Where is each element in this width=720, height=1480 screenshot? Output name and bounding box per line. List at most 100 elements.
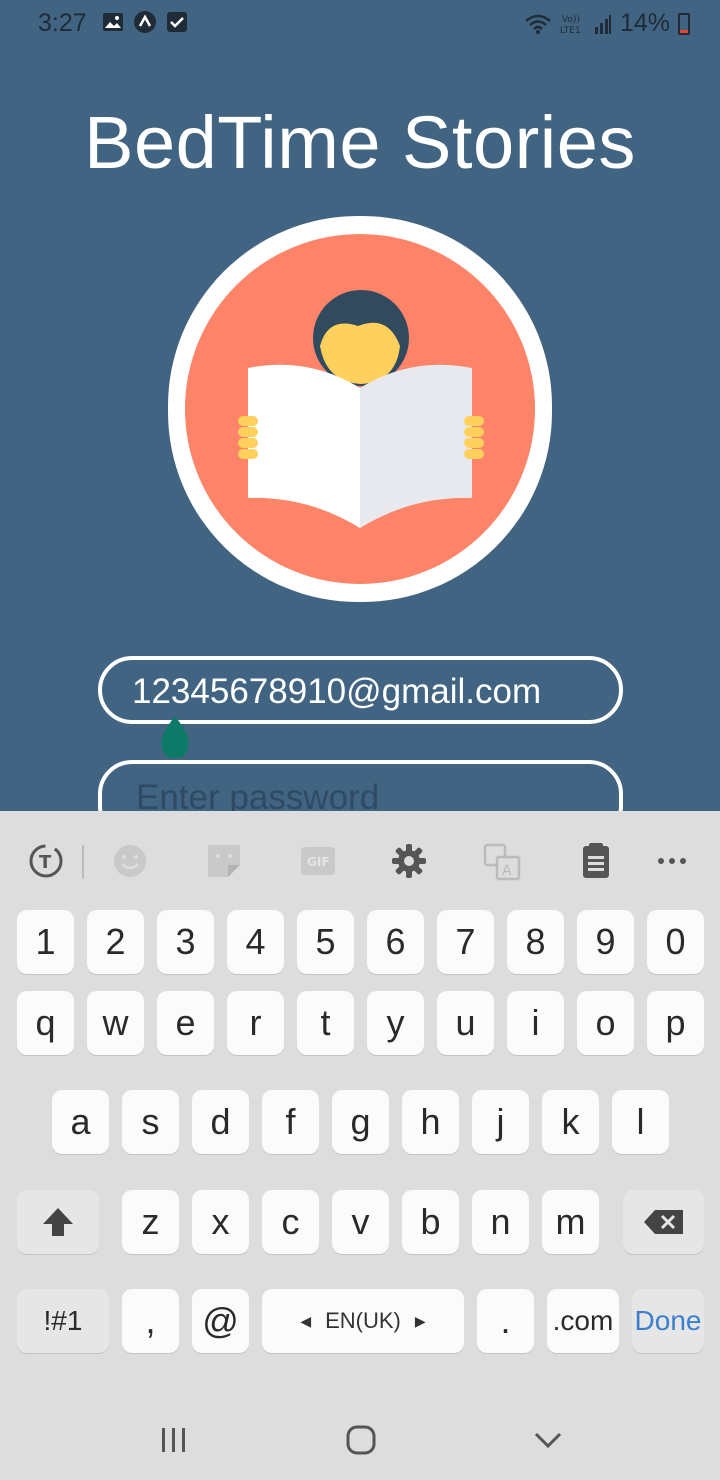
key-label: w [102, 1002, 129, 1043]
key-label: u [455, 1002, 476, 1043]
recents-icon[interactable] [154, 1420, 194, 1460]
status-bar: 3:27 Vo)) LTE1 14% [0, 0, 720, 46]
key-q[interactable]: q [17, 991, 74, 1055]
at-key[interactable]: @ [192, 1289, 249, 1353]
key-8[interactable]: 8 [507, 910, 564, 974]
key-p[interactable]: p [647, 991, 704, 1055]
key-label: z [141, 1201, 160, 1242]
key-b[interactable]: b [402, 1190, 459, 1254]
key-label: y [386, 1002, 405, 1043]
key-label: x [211, 1201, 230, 1242]
key-label: g [350, 1101, 371, 1142]
key-y[interactable]: y [367, 991, 424, 1055]
key-label: a [70, 1101, 91, 1142]
key-c[interactable]: c [262, 1190, 319, 1254]
key-k[interactable]: k [542, 1090, 599, 1154]
key-label: r [249, 1002, 262, 1043]
key-1[interactable]: 1 [17, 910, 74, 974]
key-o[interactable]: o [577, 991, 634, 1055]
settings-icon[interactable] [389, 841, 429, 881]
key-s[interactable]: s [122, 1090, 179, 1154]
dotcom-key-label: .com [552, 1305, 614, 1336]
image-icon [103, 13, 123, 31]
key-n[interactable]: n [472, 1190, 529, 1254]
back-icon[interactable] [528, 1420, 568, 1460]
key-3[interactable]: 3 [157, 910, 214, 974]
text-mode-icon[interactable]: T [26, 841, 66, 881]
comma-key[interactable]: , [122, 1289, 179, 1353]
clipboard-icon[interactable] [576, 841, 616, 881]
key-u[interactable]: u [437, 991, 494, 1055]
space-key[interactable]: ◀ EN(UK) ▶ [262, 1289, 464, 1353]
key-g[interactable]: g [332, 1090, 389, 1154]
key-label: 4 [245, 921, 266, 962]
svg-text:LTE1: LTE1 [560, 26, 581, 36]
key-7[interactable]: 7 [437, 910, 494, 974]
key-label: 2 [105, 921, 126, 962]
backspace-key[interactable] [623, 1190, 704, 1254]
key-2[interactable]: 2 [87, 910, 144, 974]
key-label: b [420, 1201, 441, 1242]
key-5[interactable]: 5 [297, 910, 354, 974]
key-label: 5 [315, 921, 336, 962]
key-label: 1 [35, 921, 56, 962]
shift-arrow-icon [43, 1208, 73, 1236]
at-key-label: @ [202, 1300, 239, 1341]
key-label: p [665, 1002, 686, 1043]
more-icon[interactable] [652, 841, 692, 881]
dotcom-key[interactable]: .com [547, 1289, 619, 1353]
done-key[interactable]: Done [632, 1289, 704, 1353]
key-label: v [351, 1201, 370, 1242]
done-key-label: Done [634, 1305, 702, 1336]
key-label: q [35, 1002, 56, 1043]
key-label: 6 [385, 921, 406, 962]
key-f[interactable]: f [262, 1090, 319, 1154]
key-x[interactable]: x [192, 1190, 249, 1254]
key-label: 3 [175, 921, 196, 962]
key-i[interactable]: i [507, 991, 564, 1055]
period-key[interactable]: . [477, 1289, 534, 1353]
space-key-label: EN(UK) [325, 1308, 401, 1333]
key-l[interactable]: l [612, 1090, 669, 1154]
key-4[interactable]: 4 [227, 910, 284, 974]
key-r[interactable]: r [227, 991, 284, 1055]
key-label: j [496, 1101, 505, 1142]
svg-text:A: A [502, 863, 512, 879]
email-field[interactable]: 12345678910@gmail.com [98, 656, 623, 724]
key-label: s [141, 1101, 160, 1142]
on-screen-keyboard: T GIF A !#1 , @ ◀ EN(UK) ▶ . .com Done 1… [0, 811, 720, 1480]
key-a[interactable]: a [52, 1090, 109, 1154]
key-t[interactable]: t [297, 991, 354, 1055]
key-d[interactable]: d [192, 1090, 249, 1154]
key-h[interactable]: h [402, 1090, 459, 1154]
backspace-icon [643, 1210, 683, 1234]
key-9[interactable]: 9 [577, 910, 634, 974]
emoji-icon[interactable] [110, 841, 150, 881]
keyboard-toolbar: T GIF A [0, 811, 720, 909]
svg-text:GIF: GIF [307, 855, 330, 869]
navigation-bar [0, 1398, 720, 1480]
sticker-icon[interactable] [204, 841, 244, 881]
key-label: l [636, 1101, 645, 1142]
key-label: 8 [525, 921, 546, 962]
key-label: n [490, 1201, 511, 1242]
status-time: 3:27 [38, 9, 87, 37]
key-label: d [210, 1101, 231, 1142]
signal-icon [594, 14, 611, 34]
home-icon[interactable] [341, 1420, 381, 1460]
key-z[interactable]: z [122, 1190, 179, 1254]
key-6[interactable]: 6 [367, 910, 424, 974]
gif-icon[interactable]: GIF [298, 841, 338, 881]
key-0[interactable]: 0 [647, 910, 704, 974]
key-v[interactable]: v [332, 1190, 389, 1254]
symbols-key[interactable]: !#1 [17, 1289, 109, 1353]
text-cursor-handle[interactable] [158, 716, 192, 758]
key-w[interactable]: w [87, 991, 144, 1055]
key-j[interactable]: j [472, 1090, 529, 1154]
shift-key[interactable] [17, 1190, 99, 1254]
translate-icon[interactable]: A [482, 841, 522, 881]
key-e[interactable]: e [157, 991, 214, 1055]
key-m[interactable]: m [542, 1190, 599, 1254]
battery-icon [678, 12, 690, 35]
volte-icon: Vo))LTE1 [560, 15, 581, 36]
